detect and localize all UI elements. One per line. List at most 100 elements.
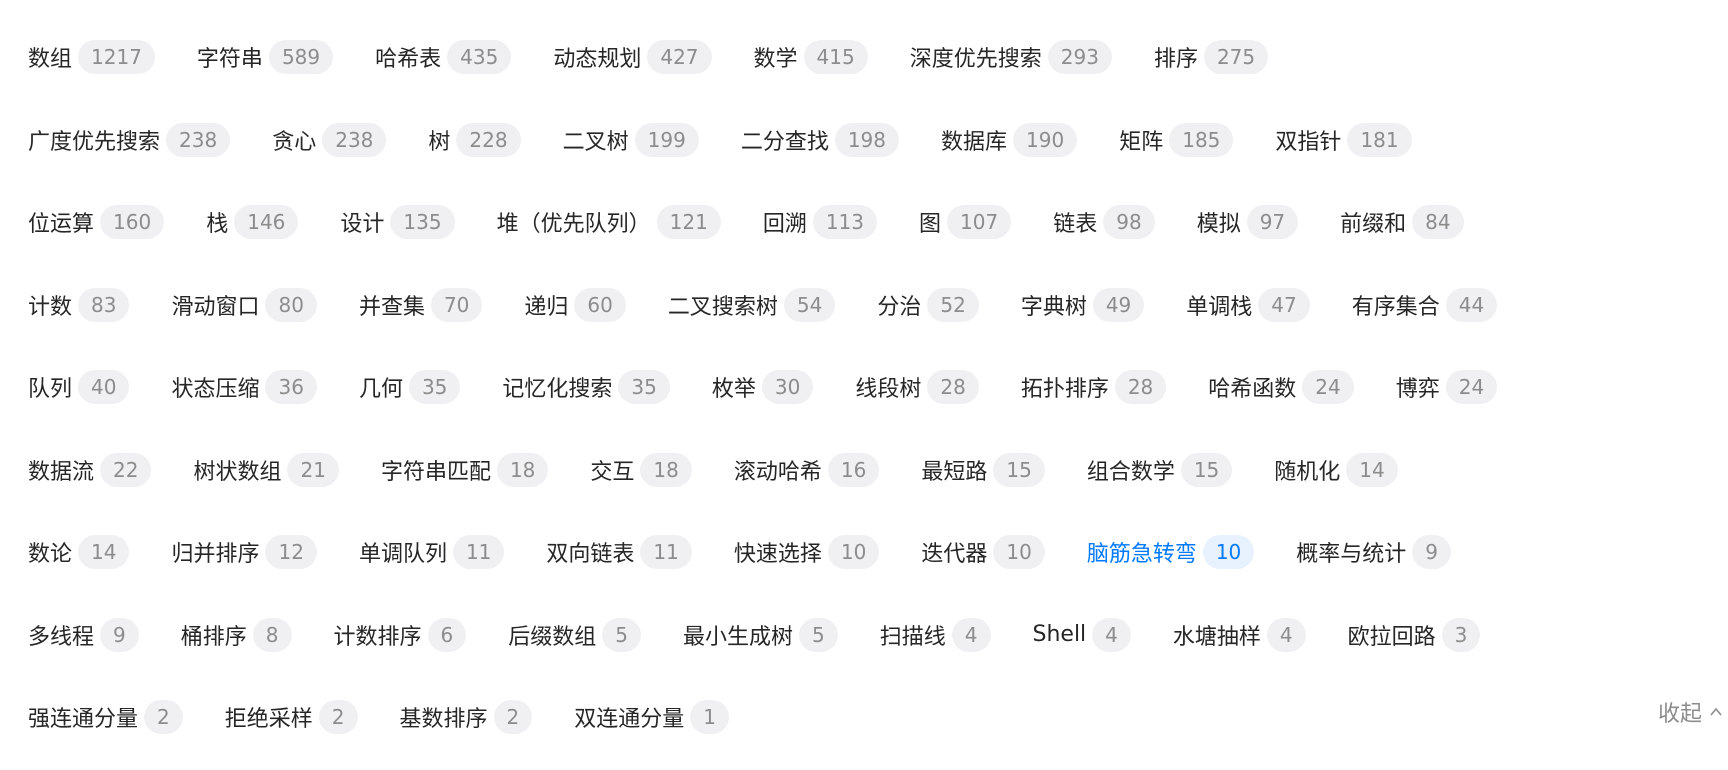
tag-item[interactable]: 前缀和 84 (1340, 205, 1464, 240)
tag-item[interactable]: 设计 135 (340, 205, 455, 240)
tag-item[interactable]: 字典树 49 (1020, 287, 1145, 322)
tag-item[interactable]: 动态规划 427 (553, 40, 712, 75)
tag-item[interactable]: 扫描线 4 (880, 617, 991, 652)
tag-item[interactable]: 回溯 113 (763, 205, 878, 240)
tag-name: 哈希函数 (1208, 377, 1297, 403)
tag-count-badge: 238 (166, 122, 231, 157)
tag-name: 多线程 (28, 624, 95, 650)
tag-item[interactable]: 链表 98 (1053, 205, 1155, 240)
tag-item[interactable]: 矩阵 185 (1119, 122, 1234, 157)
tag-item[interactable]: 线段树 28 (855, 370, 979, 405)
tag-name: 线段树 (855, 377, 922, 403)
tag-item[interactable]: 双指针 181 (1275, 122, 1412, 157)
tag-item[interactable]: 滑动窗口 80 (171, 287, 317, 322)
tag-item[interactable]: 桶排序 8 (181, 617, 292, 652)
tag-item[interactable]: 单调队列 11 (359, 535, 505, 570)
tag-item[interactable]: 字符串匹配 18 (381, 452, 549, 487)
tag-count-badge: 435 (447, 40, 512, 75)
tag-count-badge: 4 (951, 617, 991, 652)
tag-name: 数组 (28, 47, 73, 73)
tag-count-badge: 10 (827, 535, 880, 570)
tag-name: 脑筋急转弯 (1086, 542, 1197, 568)
tag-item[interactable]: 二分查找 198 (741, 122, 900, 157)
tag-item[interactable]: 组合数学 15 (1087, 452, 1233, 487)
tag-name: 最小生成树 (683, 624, 794, 650)
tag-item[interactable]: 递归 60 (524, 287, 626, 322)
tag-item[interactable]: 二叉树 199 (563, 122, 699, 157)
tag-item[interactable]: 队列 40 (28, 370, 130, 405)
tag-item[interactable]: 基数排序 2 (400, 700, 533, 735)
tag-name: 记忆化搜索 (502, 377, 613, 403)
tag-item[interactable]: 强连通分量 2 (28, 700, 183, 735)
tag-item[interactable]: 广度优先搜索 238 (28, 122, 231, 157)
tag-item[interactable]: 随机化 14 (1274, 452, 1398, 487)
tag-item[interactable]: 图 107 (919, 205, 1012, 240)
tag-item[interactable]: 状态压缩 36 (171, 370, 317, 405)
tag-item[interactable]: 堆（优先队列） 121 (497, 205, 721, 240)
tag-item[interactable]: 位运算 160 (28, 205, 165, 240)
tag-name: Shell (1032, 622, 1087, 648)
tag-item[interactable]: 有序集合 44 (1352, 287, 1498, 322)
tag-item[interactable]: 深度优先搜索 293 (910, 40, 1112, 75)
tag-item[interactable]: 交互 18 (590, 452, 692, 487)
tag-item[interactable]: 模拟 97 (1197, 205, 1299, 240)
tag-item[interactable]: 归并排序 12 (171, 535, 317, 570)
tag-name: 贪心 (272, 129, 317, 155)
tag-item[interactable]: 二叉搜索树 54 (668, 287, 836, 322)
tag-item[interactable]: 树 228 (428, 122, 521, 157)
tag-item[interactable]: 数论 14 (28, 535, 130, 570)
tag-count-badge: 10 (1202, 535, 1255, 570)
tag-item[interactable]: 树状数组 21 (193, 452, 339, 487)
tag-name: 滚动哈希 (733, 459, 822, 485)
tag-item[interactable]: Shell 4 (1032, 617, 1131, 652)
tag-item[interactable]: 贪心 238 (272, 122, 387, 157)
tag-item[interactable]: 最短路 15 (921, 452, 1045, 487)
tag-count-badge: 1217 (78, 40, 155, 75)
tag-item[interactable]: 几何 35 (359, 370, 461, 405)
tag-count-badge: 18 (640, 452, 692, 487)
tag-item[interactable]: 字符串 589 (197, 40, 334, 75)
tag-count-badge: 24 (1445, 370, 1498, 405)
tag-item[interactable]: 单调栈 47 (1186, 287, 1310, 322)
tag-item[interactable]: 计数排序 6 (334, 617, 467, 652)
tag-item[interactable]: 哈希函数 24 (1208, 370, 1354, 405)
tag-item[interactable]: 多线程 9 (28, 617, 139, 652)
tag-name: 字典树 (1020, 294, 1087, 320)
tag-item[interactable]: 后缀数组 5 (508, 617, 641, 652)
tag-item[interactable]: 脑筋急转弯 10 (1086, 535, 1255, 570)
tag-item[interactable]: 概率与统计 9 (1296, 535, 1452, 570)
tag-name: 水塘抽样 (1172, 624, 1261, 650)
tag-item[interactable]: 计数 83 (28, 287, 130, 322)
tag-item[interactable]: 数据流 22 (28, 452, 152, 487)
tag-count-badge: 10 (993, 535, 1045, 570)
tag-item[interactable]: 双连通分量 1 (574, 700, 729, 735)
tag-item[interactable]: 栈 146 (206, 205, 299, 240)
tag-item[interactable]: 拓扑排序 28 (1020, 370, 1167, 405)
tag-item[interactable]: 最小生成树 5 (683, 617, 838, 652)
tag-item[interactable]: 记忆化搜索 35 (502, 370, 670, 405)
tag-row: 数论 14 归并排序 12 单调队列 11 双向链表 11 快速选择 10 迭代器 10 脑筋急转弯 10… (28, 511, 1728, 594)
tag-item[interactable]: 数组 1217 (28, 40, 155, 75)
tag-item[interactable]: 数学 415 (754, 40, 868, 75)
tag-row: 广度优先搜索 238 贪心 238 树 228 二叉树 199 二分查找 198 数据库 190 矩阵 1… (28, 99, 1728, 182)
tag-item[interactable]: 并查集 70 (359, 287, 483, 322)
tag-name: 动态规划 (553, 47, 642, 73)
tag-item[interactable]: 迭代器 10 (921, 535, 1045, 570)
tag-item[interactable]: 拒绝采样 2 (225, 700, 358, 735)
tag-item[interactable]: 快速选择 10 (734, 535, 880, 570)
tag-item[interactable]: 水塘抽样 4 (1172, 617, 1306, 652)
tag-count-badge: 2 (318, 700, 358, 735)
tag-item[interactable]: 欧拉回路 3 (1348, 617, 1481, 652)
tag-item[interactable]: 排序 275 (1154, 40, 1269, 75)
tag-item[interactable]: 双向链表 11 (546, 535, 692, 570)
tag-item[interactable]: 分治 52 (877, 287, 979, 322)
tag-item[interactable]: 滚动哈希 16 (733, 452, 880, 487)
collapse-button[interactable]: 收起 (1658, 696, 1724, 728)
tag-item[interactable]: 枚举 30 (712, 370, 814, 405)
tag-name: 拓扑排序 (1020, 377, 1109, 403)
tag-item[interactable]: 博弈 24 (1396, 370, 1498, 405)
tag-count-badge: 44 (1445, 287, 1498, 322)
collapse-label: 收起 (1658, 702, 1703, 727)
tag-item[interactable]: 数据库 190 (941, 122, 1078, 157)
tag-item[interactable]: 哈希表 435 (375, 40, 512, 75)
